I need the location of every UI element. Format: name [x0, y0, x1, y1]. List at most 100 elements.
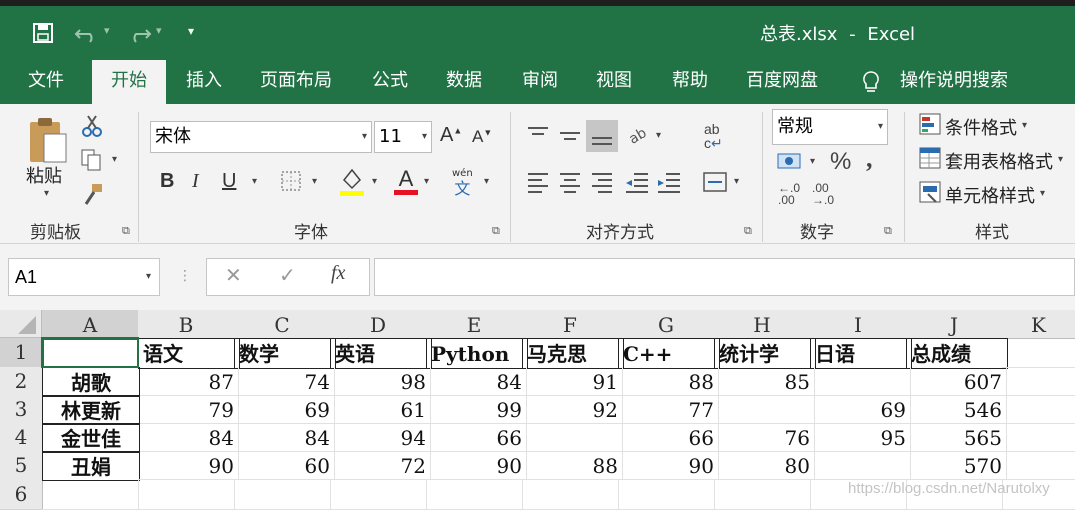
tab-home[interactable]: 开始	[92, 60, 166, 104]
formula-input[interactable]	[374, 258, 1075, 296]
column-header[interactable]: J	[906, 310, 1003, 339]
row-header[interactable]: 1	[0, 338, 44, 368]
score-cell[interactable]: 77	[618, 395, 719, 424]
header-cell[interactable]: C++	[618, 338, 720, 369]
bold-button[interactable]: B	[160, 170, 174, 193]
header-cell[interactable]: 总成绩	[906, 338, 1008, 369]
save-icon[interactable]	[32, 22, 54, 44]
cancel-icon[interactable]: ✕	[225, 263, 242, 287]
redo-icon[interactable]	[126, 22, 152, 44]
format-painter-icon[interactable]	[80, 182, 106, 206]
score-cell[interactable]	[714, 395, 815, 424]
header-cell[interactable]: Python	[426, 338, 528, 369]
score-cell[interactable]: 85	[714, 367, 815, 396]
number-format-dropdown-icon[interactable]: ▾	[878, 110, 883, 144]
row-header[interactable]: 3	[0, 395, 43, 424]
fill-color-icon[interactable]	[338, 166, 364, 198]
font-color-dropdown-icon[interactable]: ▾	[424, 176, 429, 187]
score-cell[interactable]: 99	[426, 395, 527, 424]
header-cell[interactable]: 英语	[330, 338, 432, 369]
score-cell[interactable]: 91	[522, 367, 623, 396]
tab-file[interactable]: 文件	[28, 60, 64, 104]
number-launcher-icon[interactable]: ⧉	[884, 224, 892, 238]
score-cell[interactable]: 69	[234, 395, 335, 424]
tell-me-search[interactable]: 操作说明搜索	[900, 60, 1008, 104]
score-cell[interactable]: 80	[714, 451, 815, 480]
cell[interactable]	[234, 479, 331, 510]
accounting-dropdown-icon[interactable]: ▾	[810, 156, 815, 167]
cell[interactable]	[330, 479, 427, 510]
column-header[interactable]: E	[426, 310, 523, 339]
score-cell[interactable]	[522, 423, 623, 452]
cell-styles-dropdown-icon[interactable]: ▾	[1040, 188, 1045, 199]
name-cell[interactable]: 金世佳	[42, 423, 140, 453]
score-cell[interactable]: 66	[426, 423, 527, 452]
tab-help[interactable]: 帮助	[672, 60, 708, 104]
cell[interactable]	[1002, 395, 1075, 424]
increase-indent-icon[interactable]	[656, 170, 682, 194]
score-cell[interactable]: 60	[234, 451, 335, 480]
name-cell[interactable]: 丑娟	[42, 451, 140, 481]
format-as-table-button[interactable]: 套用表格格式	[945, 148, 1053, 174]
shrink-font-icon[interactable]: A▼	[472, 127, 492, 147]
top-align-icon[interactable]	[526, 124, 550, 146]
clipboard-launcher-icon[interactable]: ⧉	[122, 224, 130, 238]
phonetic-guide-icon[interactable]: wén 文	[452, 168, 473, 198]
wrap-text-icon[interactable]: ab c↵	[704, 122, 723, 150]
name-box[interactable]: A1 ▾	[8, 258, 160, 296]
cut-icon[interactable]	[80, 114, 104, 138]
orientation-dropdown-icon[interactable]: ▾	[656, 130, 661, 141]
font-size-box[interactable]: 11 ▾	[374, 121, 432, 153]
score-cell[interactable]: 92	[522, 395, 623, 424]
cell[interactable]	[714, 479, 811, 510]
underline-button[interactable]: U	[222, 170, 236, 193]
name-cell[interactable]: 林更新	[42, 395, 140, 425]
undo-icon[interactable]	[74, 22, 100, 44]
insert-function-icon[interactable]: fx	[331, 262, 345, 285]
score-cell[interactable]: 87	[138, 367, 239, 396]
conditional-dropdown-icon[interactable]: ▾	[1022, 120, 1027, 131]
row-header[interactable]: 4	[0, 423, 43, 452]
fill-color-dropdown-icon[interactable]: ▾	[372, 176, 377, 187]
score-cell[interactable]: 88	[618, 367, 719, 396]
font-launcher-icon[interactable]: ⧉	[492, 224, 500, 238]
tab-baidu-netdisk[interactable]: 百度网盘	[746, 60, 818, 104]
worksheet-grid[interactable]: A B C D E F G H I J K 1 2 3 4 5 6 语文 数学 英语 Python 马克思 C++ 统计学 日语…	[0, 310, 1075, 510]
orientation-icon[interactable]: ab	[626, 122, 652, 146]
score-cell[interactable]: 76	[714, 423, 815, 452]
undo-dropdown-icon[interactable]: ▾	[104, 24, 110, 37]
column-header[interactable]: H	[714, 310, 811, 339]
score-cell[interactable]: 565	[906, 423, 1007, 452]
merge-dropdown-icon[interactable]: ▾	[734, 176, 739, 187]
select-all-button[interactable]	[0, 310, 42, 338]
cell[interactable]	[1002, 423, 1075, 452]
row-header[interactable]: 2	[0, 367, 43, 396]
score-cell[interactable]: 88	[522, 451, 623, 480]
row-header[interactable]: 5	[0, 451, 43, 480]
italic-button[interactable]: I	[192, 170, 199, 193]
header-cell[interactable]: 日语	[810, 338, 912, 369]
cell[interactable]	[1002, 451, 1075, 480]
paste-label[interactable]: 粘贴	[26, 162, 62, 188]
score-cell[interactable]: 84	[138, 423, 239, 452]
paste-icon[interactable]	[26, 116, 70, 166]
tab-data[interactable]: 数据	[446, 60, 482, 104]
paste-dropdown-icon[interactable]: ▾	[44, 188, 49, 199]
column-header[interactable]: K	[1002, 310, 1075, 339]
score-cell[interactable]	[810, 367, 911, 396]
score-cell[interactable]: 90	[426, 451, 527, 480]
underline-dropdown-icon[interactable]: ▾	[252, 176, 257, 187]
column-header[interactable]: G	[618, 310, 715, 339]
conditional-formatting-button[interactable]: 条件格式	[945, 114, 1017, 140]
column-header[interactable]: I	[810, 310, 907, 339]
cell[interactable]	[138, 479, 235, 510]
header-cell[interactable]: 语文	[138, 338, 240, 369]
phonetic-dropdown-icon[interactable]: ▾	[484, 176, 489, 187]
increase-decimal-button[interactable]: ←.0 .00	[778, 182, 800, 206]
align-right-icon[interactable]	[590, 170, 614, 194]
number-format-box[interactable]: 常规 ▾	[772, 109, 888, 145]
tab-view[interactable]: 视图	[596, 60, 632, 104]
copy-icon[interactable]	[80, 148, 104, 172]
name-box-dropdown-icon[interactable]: ▾	[146, 259, 151, 295]
cell-styles-icon[interactable]	[918, 180, 942, 204]
